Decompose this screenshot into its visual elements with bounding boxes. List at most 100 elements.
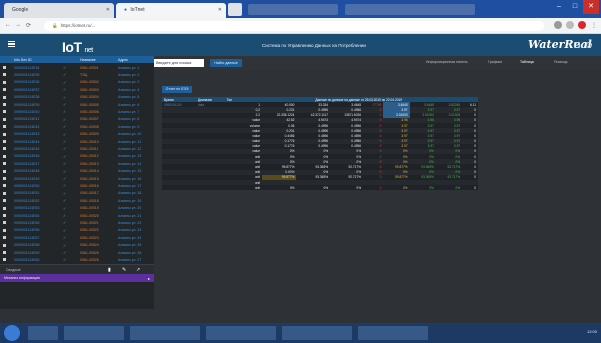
star-icon[interactable]	[566, 21, 574, 29]
row-checkbox[interactable]	[3, 73, 6, 77]
taskbar-app[interactable]	[206, 326, 276, 340]
row-checkbox[interactable]	[3, 88, 6, 92]
row-checkbox[interactable]	[3, 221, 6, 225]
device-id[interactable]: 0090001124E51	[14, 191, 39, 195]
report-button[interactable]: Отчет по ЛЭЭ	[162, 86, 192, 93]
sidebar-row[interactable]: 0090001124E51 ✓ 0061-00017 Алматы ул. 18	[0, 190, 154, 197]
row-checkbox[interactable]	[3, 154, 6, 158]
row-checkbox[interactable]	[3, 228, 6, 232]
sidebar-row[interactable]: 0090001124E40 ✓ 0061-00006 Алматы ул. 7	[0, 108, 154, 115]
close-icon[interactable]: ✕	[583, 0, 599, 14]
sidebar-info-bar[interactable]: Механиз информации ▸	[0, 274, 154, 282]
sidebar-row[interactable]: 0090001124E53 ✓ 0061-00019 Алматы ул. 20	[0, 205, 154, 212]
device-id[interactable]: 0090001124E37	[14, 88, 39, 92]
new-tab-button[interactable]	[228, 3, 242, 16]
row-checkbox[interactable]	[3, 66, 6, 69]
user-icon[interactable]	[586, 42, 592, 48]
row-checkbox[interactable]	[3, 95, 6, 99]
sidebar-col-id[interactable]: Info Dev ID	[14, 58, 32, 62]
device-id[interactable]: 0090001124E59	[14, 251, 39, 255]
device-id[interactable]: 0090001124E46	[14, 154, 39, 158]
device-id[interactable]: 0090001124E48	[14, 169, 39, 173]
search-input[interactable]: Введите для поиска	[154, 59, 204, 67]
row-checkbox[interactable]	[3, 184, 6, 188]
row-checkbox[interactable]	[3, 147, 6, 151]
device-id[interactable]: 0090001124E50	[14, 184, 39, 188]
row-checkbox[interactable]	[3, 258, 6, 262]
row-checkbox[interactable]	[3, 140, 6, 143]
pin-icon[interactable]: ↗	[136, 267, 141, 273]
device-id[interactable]: 0090001124E36	[14, 80, 39, 84]
sidebar-row[interactable]: 0090001124E48 ✓ 0061-00014 Алматы ул. 15	[0, 168, 154, 175]
row-checkbox[interactable]	[3, 191, 6, 195]
device-id[interactable]: 0090001124E35	[14, 73, 39, 77]
row-checkbox[interactable]	[3, 177, 6, 180]
sidebar-row[interactable]: 0090001124E45 ✓ 0061-00011 Алматы ул. 12	[0, 145, 154, 152]
device-id[interactable]: 0090001124E34	[14, 66, 39, 70]
device-id[interactable]: 0090001124E47	[14, 162, 39, 166]
start-button[interactable]	[4, 325, 20, 341]
sidebar-row[interactable]: 0090001124E54 ✓ 0061-00020 Алматы ул. 21	[0, 212, 154, 219]
browser-tab-iotnet[interactable]: ● IoTnet ✕	[116, 3, 226, 18]
menu-dots-icon[interactable]: ⋮	[591, 22, 597, 29]
taskbar-app[interactable]	[358, 326, 428, 340]
sidebar-row[interactable]: 0090001124E56 ✓ 0061-00022 Алматы ул. 23	[0, 227, 154, 234]
device-id[interactable]: 0090001124E55	[14, 221, 39, 225]
device-id[interactable]: 0090001124E38	[14, 95, 39, 99]
sidebar-col-address[interactable]: Адрес	[118, 58, 128, 62]
row-checkbox[interactable]	[3, 199, 6, 203]
device-id[interactable]: 0090001124E45	[14, 147, 39, 151]
device-id[interactable]: 0090001124E40	[14, 110, 39, 114]
profile-icon[interactable]	[578, 21, 586, 29]
row-checkbox[interactable]	[3, 251, 6, 254]
sidebar-row[interactable]: 0090001124E47 ✓ 0061-00013 Алматы ул. 14	[0, 160, 154, 167]
device-id[interactable]: 0090001124E43	[14, 132, 39, 136]
device-id[interactable]: 0090001124E53	[14, 206, 39, 210]
row-checkbox[interactable]	[3, 243, 6, 247]
sidebar-row[interactable]: 0090001124E34 ✓ 0061-00001 Алматы ул. 1	[0, 64, 154, 71]
sidebar-row[interactable]: 0090001124E52 ✓ 0061-00018 Алматы ул. 19	[0, 197, 154, 204]
sidebar-row[interactable]: 0090001124E55 ✓ 0061-00021 Алматы ул. 22	[0, 219, 154, 226]
device-id[interactable]: 0090001124E41	[14, 117, 39, 121]
device-id[interactable]: 0090001124E56	[14, 228, 39, 232]
row-checkbox[interactable]	[3, 110, 6, 114]
sidebar-row[interactable]: 0090001124E57 ✓ 0061-00023 Алматы ул. 24	[0, 234, 154, 241]
sidebar-row[interactable]: 0090001124E44 ✓ 0061-00010 Алматы ул. 11	[0, 138, 154, 145]
sidebar-row[interactable]: 0090001124E35 ✓ ТЭЦ Алматы ул. 2	[0, 71, 154, 78]
sidebar-row[interactable]: 0090001124E50 ✓ 0061-00016 Алматы ул. 17	[0, 182, 154, 189]
search-button[interactable]: Найти данные	[210, 59, 242, 67]
sidebar-row[interactable]: 0090001124E43 ✓ 0061-00009 Алматы ул. 10	[0, 131, 154, 138]
hamburger-menu-icon[interactable]	[8, 41, 15, 47]
minimize-icon[interactable]: –	[551, 0, 567, 14]
sidebar-row[interactable]: 0090001124E58 ✓ 0061-00024 Алматы ул. 25	[0, 242, 154, 249]
window-icon[interactable]	[574, 42, 580, 48]
toolbar-link-dashboard[interactable]: Информационная панель	[426, 60, 468, 64]
row-checkbox[interactable]	[3, 214, 6, 217]
sidebar-row[interactable]: 0090001124E38 ✓ 0061-00004 Алматы ул. 5	[0, 94, 154, 101]
taskbar-app[interactable]	[130, 326, 200, 340]
sidebar-row[interactable]: 0090001124E59 ✓ 0061-00025 Алматы ул. 26	[0, 249, 154, 256]
back-icon[interactable]: ←	[5, 22, 11, 28]
sidebar-row[interactable]: 0090001124E49 ✓ 0061-00015 Алматы ул. 16	[0, 175, 154, 182]
sidebar-row[interactable]: 0090001124E60 ✓ 0061-00026 Алматы ул. 27	[0, 256, 154, 263]
device-id[interactable]: 0090001124E58	[14, 243, 39, 247]
row-checkbox[interactable]	[3, 103, 6, 106]
table-row[interactable]: unit 0% 0% 0% 0 0% 0% 0% 0	[162, 185, 478, 191]
sidebar-row[interactable]: 0090001124E36 ✓ 0061-00002 Алматы ул. 3	[0, 79, 154, 86]
taskbar-app[interactable]	[64, 326, 124, 340]
device-id[interactable]: 0090001124E44	[14, 140, 39, 144]
row-checkbox[interactable]	[3, 236, 6, 240]
close-tab-icon[interactable]: ✕	[106, 7, 110, 13]
sidebar-row[interactable]: 0090001124E46 ✓ 0061-00012 Алматы ул. 13	[0, 153, 154, 160]
close-tab-icon[interactable]: ✕	[218, 7, 222, 13]
toolbar-link-help[interactable]: Помощь	[554, 60, 568, 64]
device-id[interactable]: 0090001124E49	[14, 177, 39, 181]
url-field[interactable]: 🔒 https://iotnet.ru/...	[44, 21, 544, 31]
row-checkbox[interactable]	[3, 80, 6, 84]
sidebar-row[interactable]: 0090001124E42 ✓ 0061-00008 Алматы ул. 9	[0, 123, 154, 130]
device-id[interactable]: 0090001124E54	[14, 214, 39, 218]
taskbar-app[interactable]	[282, 326, 352, 340]
row-checkbox[interactable]	[3, 206, 6, 210]
reload-icon[interactable]: ⟳	[26, 22, 31, 29]
browser-tab-google[interactable]: Google ✕	[4, 3, 114, 18]
